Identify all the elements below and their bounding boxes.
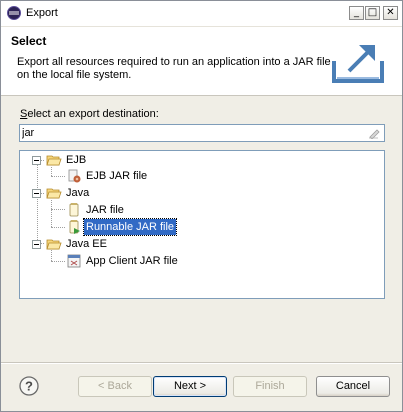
tree-item-app-client-jar-file[interactable]: App Client JAR file: [66, 253, 266, 269]
tree-category-label: Java EE: [66, 238, 107, 250]
app-client-jar-icon: [67, 254, 81, 268]
clear-filter-icon[interactable]: [368, 127, 380, 139]
collapse-toggle-icon[interactable]: [32, 240, 41, 249]
tree-item-label: JAR file: [86, 204, 124, 216]
tree-connector: [51, 176, 65, 178]
tree-connector: [51, 200, 53, 227]
runnable-jar-icon: [69, 220, 80, 234]
collapse-toggle-icon[interactable]: [32, 156, 41, 165]
tree-item-label-selected: Runnable JAR file: [82, 218, 178, 236]
minimize-button[interactable]: _: [349, 6, 364, 20]
tree-category-java[interactable]: Java: [32, 185, 232, 201]
destination-label-text: elect an export destination:: [27, 108, 159, 120]
tree-category-label: Java: [66, 187, 90, 199]
folder-open-icon: [46, 239, 62, 250]
tree-category-ejb[interactable]: EJB: [32, 152, 232, 168]
wizard-header: Select Export all resources required to …: [1, 27, 402, 96]
tree-connector: [51, 209, 65, 211]
cancel-button[interactable]: Cancel: [316, 376, 390, 397]
export-dialog: Export _ □ ✕ Select Export all resources…: [0, 0, 403, 412]
filter-field[interactable]: [19, 124, 385, 142]
tree-item-runnable-jar-file[interactable]: Runnable JAR file: [66, 218, 266, 236]
ejb-jar-icon: [68, 169, 81, 183]
close-icon: ✕: [386, 7, 395, 18]
tree-item-ejb-jar-file[interactable]: EJB JAR file: [66, 168, 266, 184]
filter-input[interactable]: [22, 126, 362, 140]
tree-connector: [51, 261, 65, 263]
close-button[interactable]: ✕: [383, 6, 398, 20]
folder-open-icon: [46, 188, 62, 199]
title-bar: Export _ □ ✕: [1, 1, 402, 27]
tree-category-label: EJB: [66, 154, 87, 166]
collapse-toggle-icon[interactable]: [32, 189, 41, 198]
help-glyph: ?: [25, 379, 33, 394]
window-title: Export: [26, 7, 58, 19]
maximize-icon: □: [367, 7, 378, 18]
export-destination-tree[interactable]: EJB EJB JAR file Java JAR file Runnable …: [19, 150, 385, 299]
help-icon[interactable]: ?: [19, 376, 39, 396]
minimize-icon: _: [354, 7, 359, 18]
tree-item-jar-file[interactable]: JAR file: [66, 202, 266, 218]
export-wizard-icon: [332, 45, 384, 83]
tree-category-java-ee[interactable]: Java EE: [32, 236, 232, 252]
page-description: Export all resources required to run an …: [17, 56, 331, 81]
footer-separator: [1, 362, 402, 364]
next-button[interactable]: Next >: [153, 376, 227, 397]
tree-item-label: EJB JAR file: [86, 170, 148, 182]
finish-button[interactable]: Finish: [233, 376, 307, 397]
tree-connector: [51, 227, 65, 229]
tree-item-label: App Client JAR file: [86, 255, 178, 267]
maximize-button[interactable]: □: [365, 6, 380, 20]
jar-file-icon: [69, 203, 79, 217]
page-title: Select: [11, 34, 47, 48]
back-button[interactable]: < Back: [78, 376, 152, 397]
folder-open-icon: [46, 155, 62, 166]
tree-connector: [37, 163, 39, 244]
tree-connector: [51, 167, 53, 176]
eclipse-icon: [7, 6, 21, 20]
destination-label: Select an export destination:: [20, 108, 159, 120]
